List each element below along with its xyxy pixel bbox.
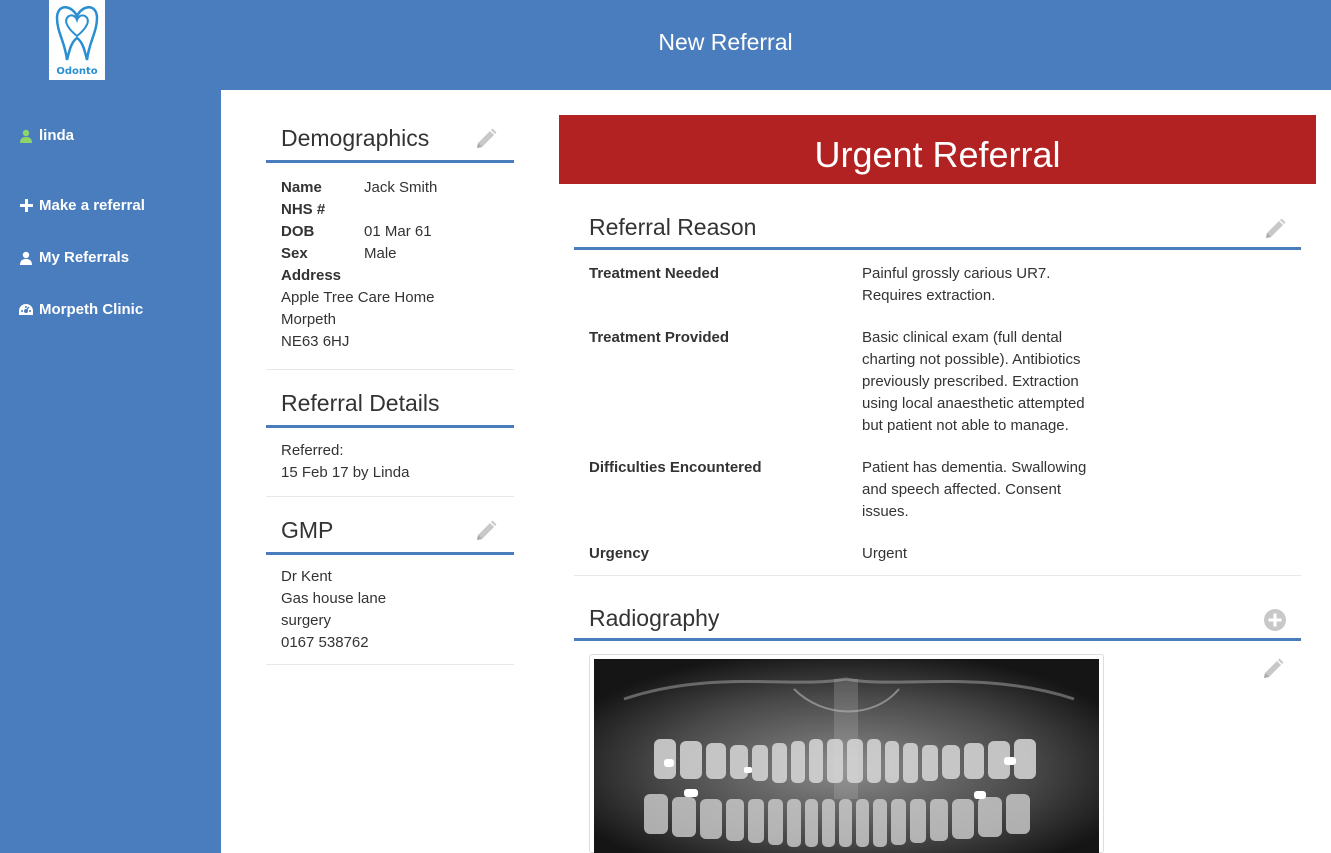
reason-value-line: but patient not able to manage. xyxy=(862,417,1069,434)
sex-value: Male xyxy=(364,245,397,262)
user-icon xyxy=(18,128,34,144)
gmp-body: Dr Kent Gas house lane surgery 0167 5387… xyxy=(266,555,514,665)
referral-reason-section: Referral Reason Treatment Needed Painful… xyxy=(574,200,1301,576)
page-title: New Referral xyxy=(658,29,793,55)
section-divider xyxy=(574,575,1301,576)
sidebar-item-label: Morpeth Clinic xyxy=(39,301,144,318)
reason-value: Patient has dementia. Swallowing and spe… xyxy=(862,457,1102,523)
reason-value-line: Requires extraction. xyxy=(862,287,996,304)
address-label: Address xyxy=(281,267,342,284)
nhs-label: NHS # xyxy=(281,201,326,218)
demographics-title: Demographics xyxy=(281,125,430,151)
sidebar-user-label: linda xyxy=(39,127,75,144)
address-line: Apple Tree Care Home xyxy=(281,289,435,306)
dob-row: DOB 01 Mar 61 xyxy=(281,221,499,243)
referral-reason-title: Referral Reason xyxy=(589,214,757,240)
sidebar-item-morpeth-clinic[interactable]: Morpeth Clinic xyxy=(18,301,143,318)
sidebar: linda Make a referral My Referrals Morpe… xyxy=(0,90,221,853)
edit-referral-reason-pencil-icon[interactable] xyxy=(1263,217,1287,246)
gmp-line: Gas house lane xyxy=(281,590,387,607)
name-value: Jack Smith xyxy=(364,179,438,196)
sidebar-item-my-referrals[interactable]: My Referrals xyxy=(18,249,129,266)
reason-value-line: Patient has dementia. Swallowing xyxy=(862,459,1087,476)
reason-value: Basic clinical exam (full dental chartin… xyxy=(862,327,1102,437)
reason-value-line: issues. xyxy=(862,503,909,520)
reason-value-line: and speech affected. Consent xyxy=(862,481,1062,498)
top-bar: Odonto New Referral xyxy=(0,0,1331,90)
sidebar-item-make-referral[interactable]: Make a referral xyxy=(18,197,145,214)
edit-radiograph-pencil-icon[interactable] xyxy=(1261,657,1285,686)
gmp-header: GMP xyxy=(266,507,514,555)
nhs-row: NHS # xyxy=(281,199,499,221)
sidebar-item-label: Make a referral xyxy=(39,197,145,214)
radiography-header: Radiography xyxy=(574,591,1301,641)
edit-demographics-pencil-icon[interactable] xyxy=(474,127,498,156)
name-row: Name Jack Smith xyxy=(281,177,499,199)
reason-value-line: Basic clinical exam (full dental xyxy=(862,329,1063,346)
referral-details-body: Referred: 15 Feb 17 by Linda xyxy=(266,428,514,497)
radiograph-thumbnail[interactable] xyxy=(589,654,1104,853)
patient-info-column: Demographics Name Jack Smith NHS # DOB 0… xyxy=(266,115,514,665)
plus-icon xyxy=(18,198,34,214)
referred-label: Referred: xyxy=(281,442,344,459)
name-label: Name xyxy=(281,179,322,196)
sex-row: Sex Male xyxy=(281,243,499,265)
reason-label: Difficulties Encountered xyxy=(589,459,762,476)
reason-value: Painful grossly carious UR7. Requires ex… xyxy=(862,263,1102,307)
logo-text: Odonto xyxy=(56,66,98,77)
demographics-header: Demographics xyxy=(266,115,514,163)
dob-value: 01 Mar 61 xyxy=(364,223,432,240)
gmp-title: GMP xyxy=(281,517,334,543)
dashboard-icon xyxy=(18,302,34,318)
sidebar-item-label: My Referrals xyxy=(39,249,130,266)
reason-value-line: Urgent xyxy=(862,545,908,562)
edit-gmp-pencil-icon[interactable] xyxy=(474,519,498,548)
reason-value-line: using local anaesthetic attempted xyxy=(862,395,1085,412)
dob-label: DOB xyxy=(281,223,315,240)
referred-value: 15 Feb 17 by Linda xyxy=(281,464,410,481)
address-line: NE63 6HJ xyxy=(281,333,350,350)
gmp-line: surgery xyxy=(281,612,332,629)
reason-value-line: charting not possible). Antibiotics xyxy=(862,351,1081,368)
gmp-line: Dr Kent xyxy=(281,568,332,585)
reason-value-line: previously prescribed. Extraction xyxy=(862,373,1079,390)
reason-value: Urgent xyxy=(862,543,1102,565)
reason-label: Urgency xyxy=(589,545,650,562)
reason-label: Treatment Provided xyxy=(589,329,730,346)
sex-label: Sex xyxy=(281,245,308,262)
radiography-section: Radiography xyxy=(574,591,1301,644)
referral-details-header: Referral Details xyxy=(266,380,514,428)
reason-value-line: Painful grossly carious UR7. xyxy=(862,265,1051,282)
user-icon xyxy=(18,250,34,266)
address-line: Morpeth xyxy=(281,311,337,328)
radiography-title: Radiography xyxy=(589,605,720,631)
referral-details-title: Referral Details xyxy=(281,390,440,416)
gmp-line: 0167 538762 xyxy=(281,634,369,651)
urgent-referral-banner: Urgent Referral xyxy=(559,115,1316,184)
add-radiograph-plus-circle-icon[interactable] xyxy=(1263,608,1287,637)
reason-label: Treatment Needed xyxy=(589,265,720,282)
referral-reason-header: Referral Reason xyxy=(574,200,1301,250)
dental-xray-image xyxy=(594,659,1099,853)
sidebar-user[interactable]: linda xyxy=(18,127,74,144)
demographics-body: Name Jack Smith NHS # DOB 01 Mar 61 Sex … xyxy=(266,163,514,370)
